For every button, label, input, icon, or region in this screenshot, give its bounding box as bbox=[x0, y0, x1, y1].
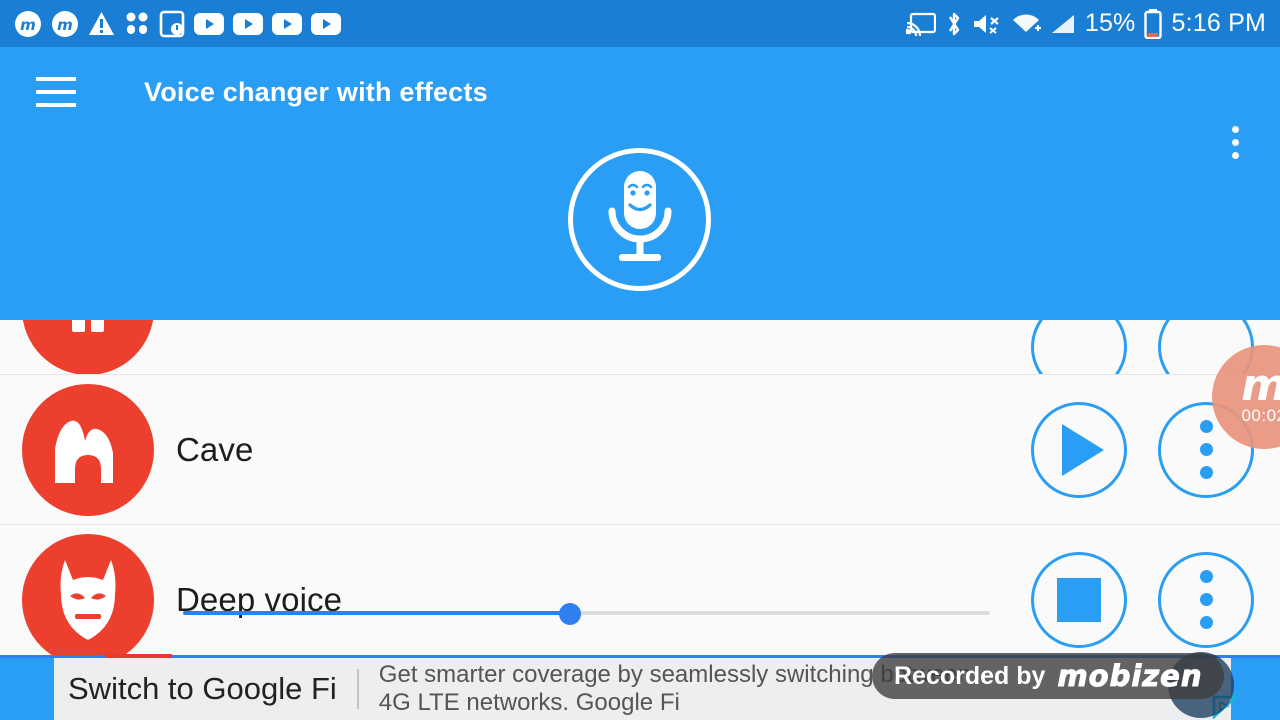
recorded-by-watermark: Recorded by mobizen bbox=[872, 653, 1225, 699]
youtube-icon bbox=[272, 12, 302, 35]
youtube-icon bbox=[311, 12, 341, 35]
record-mic-button[interactable] bbox=[568, 148, 711, 291]
wifi-icon bbox=[1011, 12, 1041, 36]
pause-button[interactable] bbox=[1031, 320, 1127, 374]
stop-icon bbox=[1057, 577, 1101, 622]
pause-effect-icon bbox=[22, 320, 154, 374]
cave-icon bbox=[22, 384, 154, 516]
ad-divider bbox=[356, 669, 359, 709]
app-bar: Voice changer with effects bbox=[0, 47, 1280, 320]
mobizen-logo: m bbox=[1241, 364, 1280, 408]
playback-slider[interactable] bbox=[183, 603, 990, 625]
bluetooth-icon bbox=[945, 11, 963, 37]
page-title: Voice changer with effects bbox=[144, 77, 488, 107]
stop-button[interactable] bbox=[1031, 551, 1127, 648]
status-bar-notification-icons: m m bbox=[14, 10, 906, 38]
mobizen-circle-icon: m bbox=[51, 10, 79, 38]
smiling-microphone-icon bbox=[597, 167, 683, 272]
ad-headline: Switch to Google Fi bbox=[68, 671, 337, 706]
mobizen-circle-icon: m bbox=[14, 10, 42, 38]
recording-timer: 00:02 bbox=[1241, 406, 1280, 425]
play-icon bbox=[1062, 423, 1104, 476]
svg-text:m: m bbox=[57, 16, 73, 34]
batman-mask-icon bbox=[22, 534, 154, 666]
apps-grid-icon bbox=[124, 11, 150, 37]
list-item[interactable]: Cave bbox=[0, 375, 1280, 525]
cell-signal-icon bbox=[1050, 12, 1076, 36]
battery-percent-label: 15% bbox=[1084, 9, 1136, 37]
battery-low-icon bbox=[1144, 8, 1163, 39]
svg-text:m: m bbox=[20, 16, 36, 34]
more-vertical-icon[interactable] bbox=[1220, 119, 1250, 165]
list-item-label: Cave bbox=[176, 430, 254, 468]
screen-record-icon bbox=[159, 10, 185, 38]
row-controls bbox=[1031, 525, 1280, 674]
slider-fill bbox=[183, 611, 571, 615]
play-button[interactable] bbox=[1031, 401, 1127, 498]
more-vertical-icon[interactable] bbox=[1158, 551, 1254, 648]
volume-mute-icon bbox=[972, 12, 1002, 36]
app-bar-top: Voice changer with effects bbox=[0, 47, 1280, 159]
youtube-icon bbox=[194, 12, 224, 35]
warning-triangle-icon bbox=[88, 11, 115, 37]
status-bar: m m 15% 5:16 PM bbox=[0, 0, 1280, 47]
slider-thumb[interactable] bbox=[559, 603, 582, 625]
status-bar-system-icons: 15% 5:16 PM bbox=[905, 8, 1266, 39]
list-item[interactable] bbox=[0, 320, 1280, 375]
watermark-prefix: Recorded by bbox=[894, 661, 1046, 690]
mobizen-wordmark: mobizen bbox=[1057, 659, 1203, 694]
youtube-icon bbox=[233, 12, 263, 35]
row-body: Cave bbox=[176, 431, 990, 469]
phone-screen: m m 15% 5:16 PM Voice changer with effec… bbox=[0, 0, 1280, 720]
clock-label: 5:16 PM bbox=[1171, 9, 1266, 37]
cast-icon bbox=[905, 12, 936, 36]
hamburger-menu-icon[interactable] bbox=[36, 77, 76, 107]
